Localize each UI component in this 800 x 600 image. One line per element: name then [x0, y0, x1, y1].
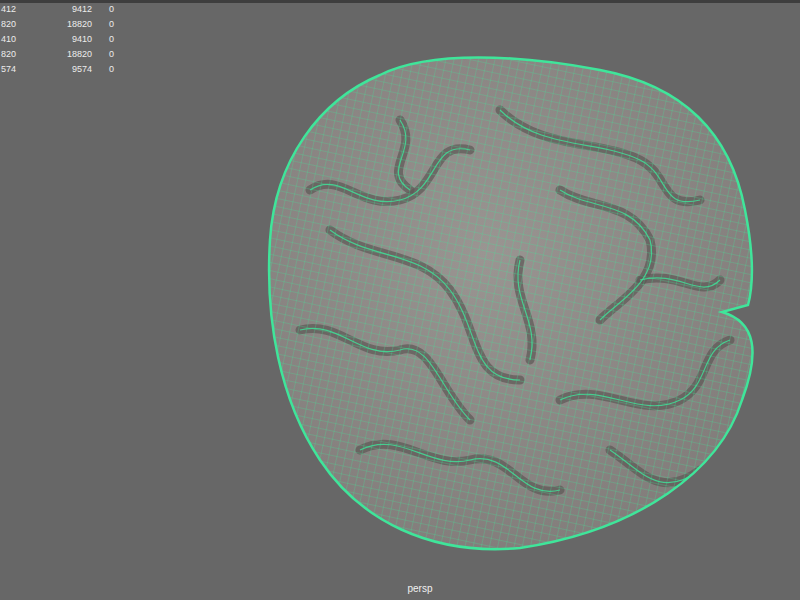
hud-cell: 0 [92, 19, 114, 29]
hud-cell: 820 [0, 49, 16, 59]
hud-cell: 0 [92, 64, 114, 74]
hud-cell: 18820 [16, 49, 92, 59]
toolbar-strip [0, 0, 800, 3]
hud-row: 57495740 [0, 61, 114, 76]
hud-cell: 0 [92, 34, 114, 44]
hud-row: 41294120 [0, 1, 114, 16]
hud-cell: 412 [0, 4, 16, 14]
hud-cell: 574 [0, 64, 16, 74]
hud-cell: 18820 [16, 19, 92, 29]
hud-cell: 9574 [16, 64, 92, 74]
hud-cell: 0 [92, 4, 114, 14]
hud-cell: 9412 [16, 4, 92, 14]
mesh-figure[interactable] [0, 0, 800, 600]
camera-label: persp [0, 583, 800, 594]
hud-cell: 410 [0, 34, 16, 44]
hud-row: 820188200 [0, 46, 114, 61]
hud-cell: 0 [92, 49, 114, 59]
hud-cell: 9410 [16, 34, 92, 44]
viewport[interactable]: 4129412082018820041094100820188200574957… [0, 0, 800, 600]
poly-count-hud: 4129412082018820041094100820188200574957… [0, 1, 114, 76]
hud-cell: 820 [0, 19, 16, 29]
hud-row: 41094100 [0, 31, 114, 46]
hud-row: 820188200 [0, 16, 114, 31]
